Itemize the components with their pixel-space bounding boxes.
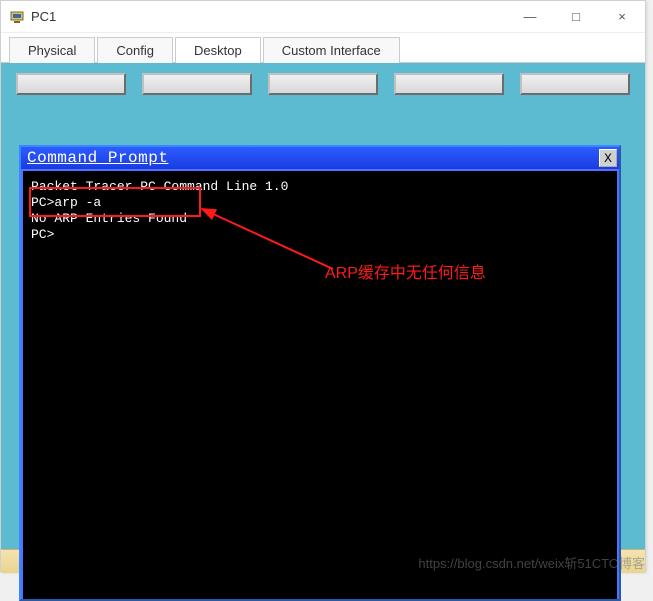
app-icon-row: [11, 73, 635, 101]
app-tile[interactable]: [394, 73, 504, 95]
cmd-title: Command Prompt: [27, 149, 168, 167]
annotation-text: ARP缓存中无任何信息: [325, 259, 486, 283]
terminal[interactable]: Packet Tracer PC Command Line 1.0 PC>arp…: [23, 171, 617, 599]
app-tile[interactable]: [520, 73, 630, 95]
term-line: PC>: [31, 227, 609, 243]
maximize-button[interactable]: □: [553, 1, 599, 32]
term-line: PC>arp -a: [31, 195, 609, 211]
app-tile[interactable]: [268, 73, 378, 95]
cmd-close-button[interactable]: X: [599, 149, 617, 167]
tab-custom-interface[interactable]: Custom Interface: [263, 37, 400, 63]
term-line: Packet Tracer PC Command Line 1.0: [31, 179, 609, 195]
tab-desktop[interactable]: Desktop: [175, 37, 261, 63]
app-tile[interactable]: [142, 73, 252, 95]
command-prompt-window: Command Prompt X Packet Tracer PC Comman…: [19, 145, 621, 601]
window-controls: — □ ×: [507, 1, 645, 32]
titlebar: PC1 — □ ×: [1, 1, 645, 33]
minimize-button[interactable]: —: [507, 1, 553, 32]
desktop-area: Command Prompt X Packet Tracer PC Comman…: [1, 63, 645, 573]
close-button[interactable]: ×: [599, 1, 645, 32]
pc-icon: [9, 9, 25, 25]
tab-bar: Physical Config Desktop Custom Interface: [1, 33, 645, 63]
app-window: PC1 — □ × Physical Config Desktop Custom…: [0, 0, 646, 572]
tab-config[interactable]: Config: [97, 37, 173, 63]
title-left: PC1: [9, 9, 56, 25]
app-tile[interactable]: [16, 73, 126, 95]
watermark: https://blog.csdn.net/weix斩51CTO博客: [418, 553, 645, 572]
window-title: PC1: [31, 9, 56, 24]
term-line: No ARP Entries Found: [31, 211, 609, 227]
tab-physical[interactable]: Physical: [9, 37, 95, 63]
cmd-titlebar: Command Prompt X: [21, 147, 619, 169]
